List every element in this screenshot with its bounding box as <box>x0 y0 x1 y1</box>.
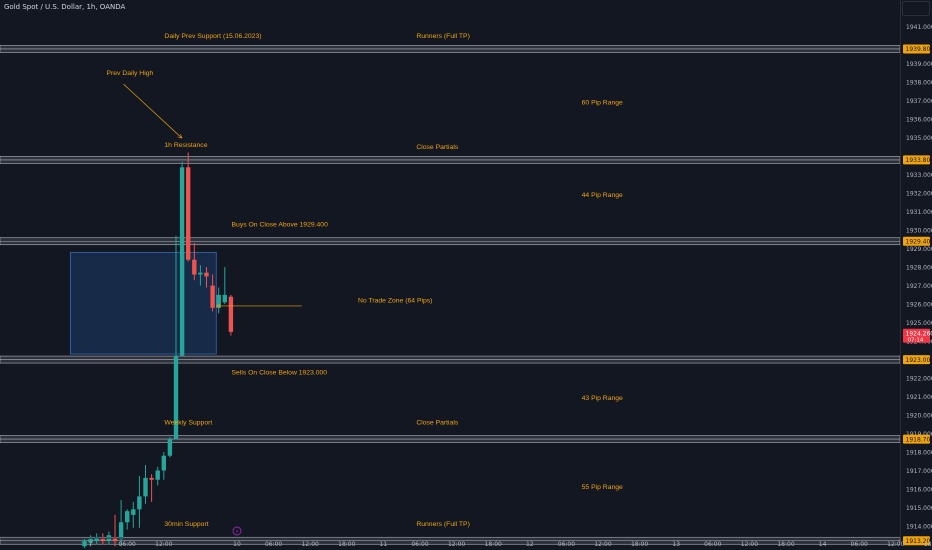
price-tick-label: 1927.000 <box>906 283 932 290</box>
candle-body <box>143 477 148 497</box>
time-tick-label: 06:00 <box>119 541 136 548</box>
candle-body <box>155 470 160 480</box>
price-tick-label: 1936.000 <box>906 117 932 124</box>
time-tick-label: 10 <box>233 541 241 548</box>
candle-body <box>137 496 142 510</box>
level-price-tag-text: 1939.800 <box>906 46 932 53</box>
price-tick-label: 1926.000 <box>906 301 932 308</box>
level-price-tag-text: 1918.700 <box>906 436 932 443</box>
price-tick-label: 1917.000 <box>906 468 932 475</box>
candle-body <box>167 439 173 456</box>
time-tick-label: 12:00 <box>741 541 758 548</box>
annotation-label: Runners (Full TP) <box>416 33 470 40</box>
time-tick-label: 06:00 <box>704 541 721 548</box>
price-tick-label: 1918.000 <box>906 449 932 456</box>
price-chart[interactable]: Daily Prev Support (15.06.2023) Runners (… <box>0 0 932 550</box>
price-tick-label: 1915.000 <box>906 505 932 512</box>
annotation-arrow <box>123 83 182 138</box>
time-tick-label: 06:00 <box>851 541 868 548</box>
candle-body <box>82 540 87 547</box>
price-tick-label: 1933.000 <box>906 172 932 179</box>
annotation-label: Buys On Close Above 1929.400 <box>232 221 329 228</box>
annotation-label: Weekly Support <box>164 419 212 426</box>
settings-corner-button[interactable] <box>902 1 930 16</box>
price-tick-label: 1930.000 <box>906 227 932 234</box>
price-tick-label: 1925.000 <box>906 320 932 327</box>
annotation-label: Close Partials <box>416 144 459 151</box>
candle-body <box>100 538 105 541</box>
annotation-label: 55 Pip Range <box>582 484 623 491</box>
candle-body <box>222 294 227 303</box>
candle-body <box>161 455 166 471</box>
current-price-countdown: 07:14 <box>908 337 924 343</box>
price-axis-border <box>900 0 901 538</box>
candle-body <box>198 272 203 275</box>
price-tick-label: 1929.000 <box>906 246 932 253</box>
symbol-title: Gold Spot / U.S. Dollar, 1h, OANDA <box>4 3 126 11</box>
price-tick-label: 1939.000 <box>906 61 932 68</box>
price-tick-label: 1931.000 <box>906 209 932 216</box>
price-tick-label: 1941.000 <box>906 24 932 31</box>
current-price-value: 1924.260 <box>906 330 932 337</box>
candle-body <box>173 355 179 440</box>
level-price-tag-text: 1923.000 <box>906 357 932 364</box>
time-tick-label: 12:00 <box>448 541 465 548</box>
time-tick-label: 18:00 <box>631 541 648 548</box>
price-tick-label: 1922.000 <box>906 375 932 382</box>
level-price-tag-text: 1929.400 <box>906 238 932 245</box>
time-tick-label: 12 <box>526 541 534 548</box>
price-tick-label: 1937.000 <box>906 98 932 105</box>
candle-body <box>210 285 215 308</box>
annotation-label: Daily Prev Support (15.06.2023) <box>164 33 261 40</box>
price-tick-label: 1938.000 <box>906 80 932 87</box>
price-tick-label: 1932.000 <box>906 190 932 197</box>
candle-body <box>228 296 234 332</box>
annotation-label: 60 Pip Range <box>582 99 623 106</box>
level-price-tag-text: 1933.800 <box>906 157 932 164</box>
candle-body <box>131 509 136 515</box>
time-tick-label: 14 <box>819 541 827 548</box>
time-tick-label: 13 <box>672 541 680 548</box>
candle-body <box>125 511 130 523</box>
candle-body <box>186 167 191 260</box>
time-tick-label: 18:00 <box>777 541 794 548</box>
chart-window: Daily Prev Support (15.06.2023) Runners (… <box>0 0 932 550</box>
candle-body <box>192 259 197 275</box>
time-tick-label: 12:00 <box>887 541 904 548</box>
candle-body <box>179 167 185 356</box>
annotation-label: Prev Daily High <box>106 70 153 77</box>
annotation-label: 30min Support <box>164 521 208 528</box>
candle-body <box>204 272 209 277</box>
price-tick-label: 1920.000 <box>906 412 932 419</box>
time-tick-label: 06:00 <box>411 541 428 548</box>
time-tick-label: 18:00 <box>338 541 355 548</box>
annotation-label: Sells On Close Below 1923.000 <box>232 369 328 376</box>
annotation-label: 1h Resistance <box>164 142 207 149</box>
time-tick-label: 06:00 <box>265 541 282 548</box>
time-tick-label: 12:00 <box>594 541 611 548</box>
time-tick-label: 12:00 <box>155 541 172 548</box>
annotation-label: 44 Pip Range <box>582 192 623 199</box>
price-tick-label: 1928.000 <box>906 264 932 271</box>
event-marker-glyph: ⚡ <box>235 529 239 536</box>
price-tick-label: 1914.000 <box>906 523 932 530</box>
price-tick-label: 1935.000 <box>906 135 932 142</box>
time-tick-label: 18:00 <box>924 541 932 548</box>
time-tick-label: 7 <box>89 541 93 548</box>
time-tick-label: 06:00 <box>558 541 575 548</box>
time-tick-label: 12:00 <box>302 541 319 548</box>
price-tick-label: 1921.000 <box>906 394 932 401</box>
time-tick-label: 11 <box>380 541 388 548</box>
time-tick-label: 18:00 <box>485 541 502 548</box>
candle-body <box>149 477 154 480</box>
no-trade-zone-label: No Trade Zone (64 Pips) <box>358 297 432 304</box>
annotation-label: 43 Pip Range <box>582 395 623 402</box>
annotation-label: Close Partials <box>416 419 459 426</box>
candle-body <box>118 522 124 539</box>
annotation-label: Runners (Full TP) <box>416 521 470 528</box>
price-tick-label: 1916.000 <box>906 486 932 493</box>
